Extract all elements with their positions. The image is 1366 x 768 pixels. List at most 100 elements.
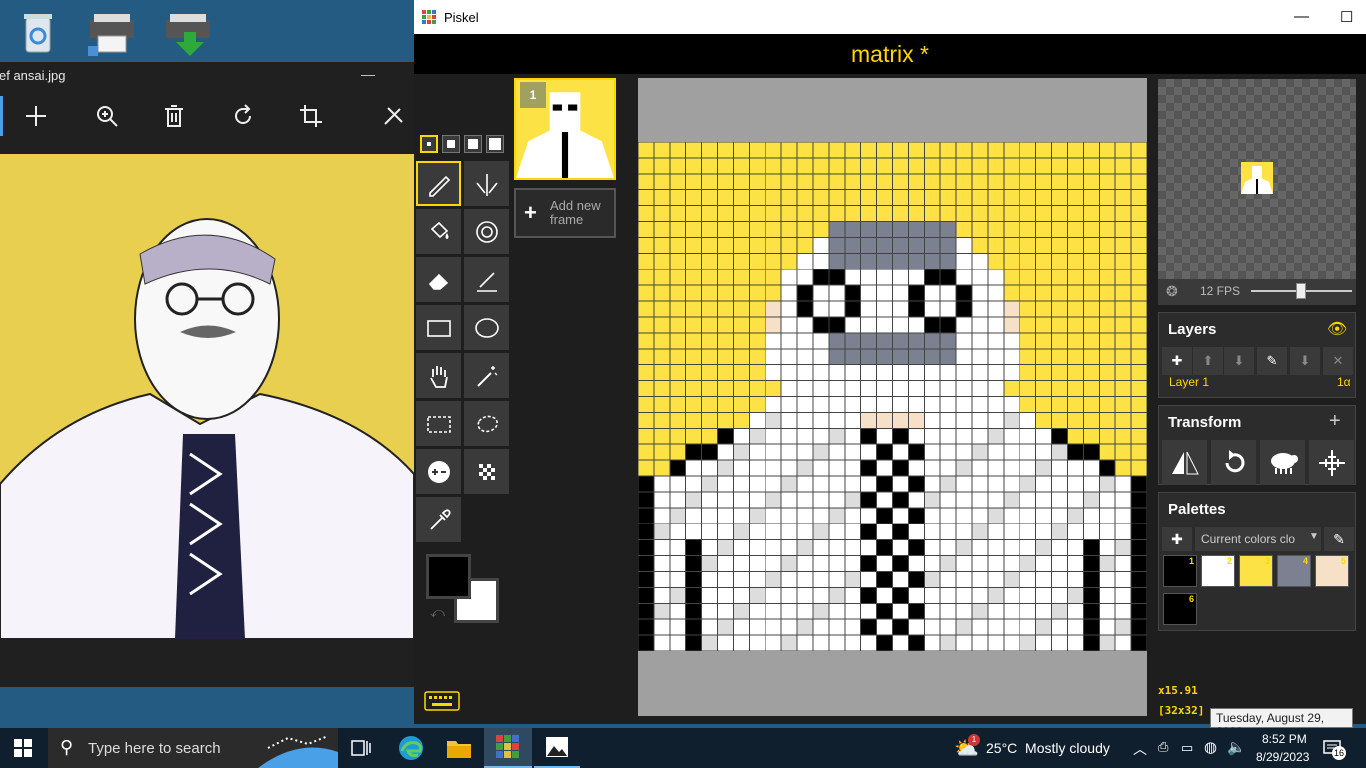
move-layer-up-button[interactable]: ⬆ — [1193, 347, 1223, 375]
add-new-frame-button[interactable]: + Add new frame — [514, 188, 616, 238]
pen-size-3[interactable] — [464, 135, 482, 153]
stroke-tool[interactable] — [464, 257, 509, 302]
magic-wand-tool[interactable] — [464, 353, 509, 398]
color-picker-tool[interactable] — [416, 497, 461, 542]
move-layer-down-button[interactable]: ⬇ — [1224, 347, 1254, 375]
clock-date[interactable]: 8/29/2023 — [1256, 750, 1309, 764]
eye-icon[interactable]: 👁 — [1327, 319, 1347, 339]
meet-now-icon[interactable]: ⎙ — [1158, 739, 1168, 755]
swatch-number: 3 — [1264, 556, 1270, 566]
scan-download-icon[interactable] — [160, 6, 216, 58]
add-palette-button[interactable]: ✚ — [1162, 527, 1192, 551]
add-layer-button[interactable]: ✚ — [1162, 347, 1192, 375]
weather-widget[interactable]: ⛅ 1 25°C Mostly cloudy — [950, 728, 1120, 768]
layer-name[interactable]: Layer 1 — [1169, 375, 1209, 389]
taskbar: ⚲ Type here to search ⛅ 1 25°C Mostly cl… — [0, 728, 1366, 768]
file-explorer-icon[interactable] — [436, 728, 482, 768]
language-globe-icon[interactable]: ◍ — [1204, 738, 1217, 756]
palette-dropdown[interactable]: Current colors clo — [1195, 527, 1321, 551]
document-title[interactable]: matrix * — [414, 41, 1366, 68]
palette-swatch[interactable]: 5 — [1315, 555, 1349, 587]
search-box[interactable]: ⚲ Type here to search — [48, 728, 338, 768]
paint-bucket-tool[interactable] — [416, 209, 461, 254]
scanner-app-icon[interactable] — [84, 6, 140, 58]
clone-sheep-icon[interactable] — [1260, 440, 1305, 485]
drawing-canvas[interactable] — [638, 78, 1147, 716]
palettes-title: Palettes — [1168, 501, 1226, 518]
palette-swatch[interactable]: 3 — [1239, 555, 1273, 587]
palette-swatch[interactable]: 2 — [1201, 555, 1235, 587]
move-hand-tool[interactable] — [416, 353, 461, 398]
swap-colors-icon[interactable]: ⤺ — [430, 604, 445, 621]
search-highlight-icon — [258, 735, 338, 768]
edit-layer-button[interactable]: ✎ — [1257, 347, 1287, 375]
piskel-title: Piskel — [444, 10, 479, 25]
selected-indicator — [0, 96, 3, 136]
primary-color[interactable] — [426, 554, 471, 599]
canvas-size: [32x32] — [1158, 704, 1205, 717]
same-color-bucket-tool[interactable] — [464, 209, 509, 254]
zoom-icon[interactable] — [90, 100, 124, 132]
chevron-down-icon[interactable]: ▼ — [1309, 531, 1319, 542]
notification-count: 16 — [1332, 746, 1346, 760]
palette-swatch[interactable]: 6 — [1163, 593, 1197, 625]
pen-tool[interactable] — [416, 161, 461, 206]
document-header: matrix * — [414, 34, 1366, 74]
piskel-titlebar: Piskel — ☐ — [414, 0, 1366, 34]
flip-icon[interactable] — [1162, 440, 1207, 485]
circle-tool[interactable] — [464, 305, 509, 350]
layers-panel: Layers 👁 ✚ ⬆ ⬇ ✎ ⬇ ✕ Layer 1 1α — [1158, 312, 1356, 398]
pen-size-1[interactable] — [420, 135, 438, 153]
dithering-tool[interactable] — [464, 449, 509, 494]
merge-layer-button[interactable]: ⬇ — [1290, 347, 1320, 375]
expand-transform-icon[interactable]: + — [1329, 410, 1341, 433]
lighten-tool[interactable] — [416, 449, 461, 494]
frame-thumbnail[interactable]: 1 — [514, 78, 616, 180]
piskel-window: Piskel — ☐ matrix * ⤺ 1 + Add new frame … — [414, 0, 1366, 724]
fps-slider-handle[interactable] — [1296, 283, 1307, 299]
start-windows-icon[interactable] — [0, 728, 46, 768]
palette-swatch[interactable]: 1 — [1163, 555, 1197, 587]
delete-icon[interactable] — [157, 100, 191, 132]
swatch-number: 6 — [1188, 594, 1194, 604]
frame-number: 1 — [520, 82, 546, 108]
chevron-up-icon[interactable]: ︿ — [1133, 739, 1147, 759]
piskel-maximize-button[interactable]: ☐ — [1340, 8, 1353, 26]
search-placeholder: Type here to search — [88, 740, 221, 757]
notification-center-icon[interactable]: 16 — [1322, 738, 1346, 760]
add-icon[interactable] — [19, 100, 53, 132]
onion-skin-icon[interactable]: ❂ — [1166, 283, 1178, 300]
piskel-logo-icon — [422, 10, 436, 24]
weather-text: 25°C Mostly cloudy — [986, 740, 1110, 756]
lasso-select-tool[interactable] — [464, 401, 509, 446]
palette-swatch[interactable]: 4 — [1277, 555, 1311, 587]
volume-icon[interactable]: 🔈 — [1227, 738, 1246, 756]
photo-image — [0, 154, 414, 639]
photos-minimize-button[interactable]: — — [361, 66, 375, 82]
task-view-icon[interactable] — [338, 728, 384, 768]
fps-label: 12 FPS — [1200, 284, 1241, 298]
clock-time[interactable]: 8:52 PM — [1262, 732, 1307, 746]
crop-icon[interactable] — [294, 100, 328, 132]
piskel-taskbar-icon[interactable] — [484, 728, 532, 768]
rotate-icon[interactable] — [226, 100, 260, 132]
rectangle-tool[interactable] — [416, 305, 461, 350]
edit-icon[interactable] — [376, 100, 410, 132]
piskel-minimize-button[interactable]: — — [1294, 8, 1309, 25]
layer-alpha[interactable]: 1α — [1337, 375, 1351, 389]
edit-palette-button[interactable]: ✎ — [1324, 527, 1354, 551]
keyboard-icon[interactable] — [424, 690, 460, 717]
center-icon[interactable] — [1309, 440, 1354, 485]
rect-select-tool[interactable] — [416, 401, 461, 446]
battery-icon[interactable]: ▭ — [1181, 740, 1193, 756]
pen-size-4[interactable] — [486, 135, 504, 153]
edge-browser-icon[interactable] — [388, 728, 434, 768]
rotate-transform-icon[interactable] — [1211, 440, 1256, 485]
mirror-pen-tool[interactable] — [464, 161, 509, 206]
photos-taskbar-icon[interactable] — [534, 728, 580, 768]
delete-layer-button[interactable]: ✕ — [1323, 347, 1353, 375]
recycle-bin-icon[interactable] — [10, 6, 66, 58]
eraser-tool[interactable] — [416, 257, 461, 302]
pen-size-2[interactable] — [442, 135, 460, 153]
swatch-number: 4 — [1302, 556, 1308, 566]
